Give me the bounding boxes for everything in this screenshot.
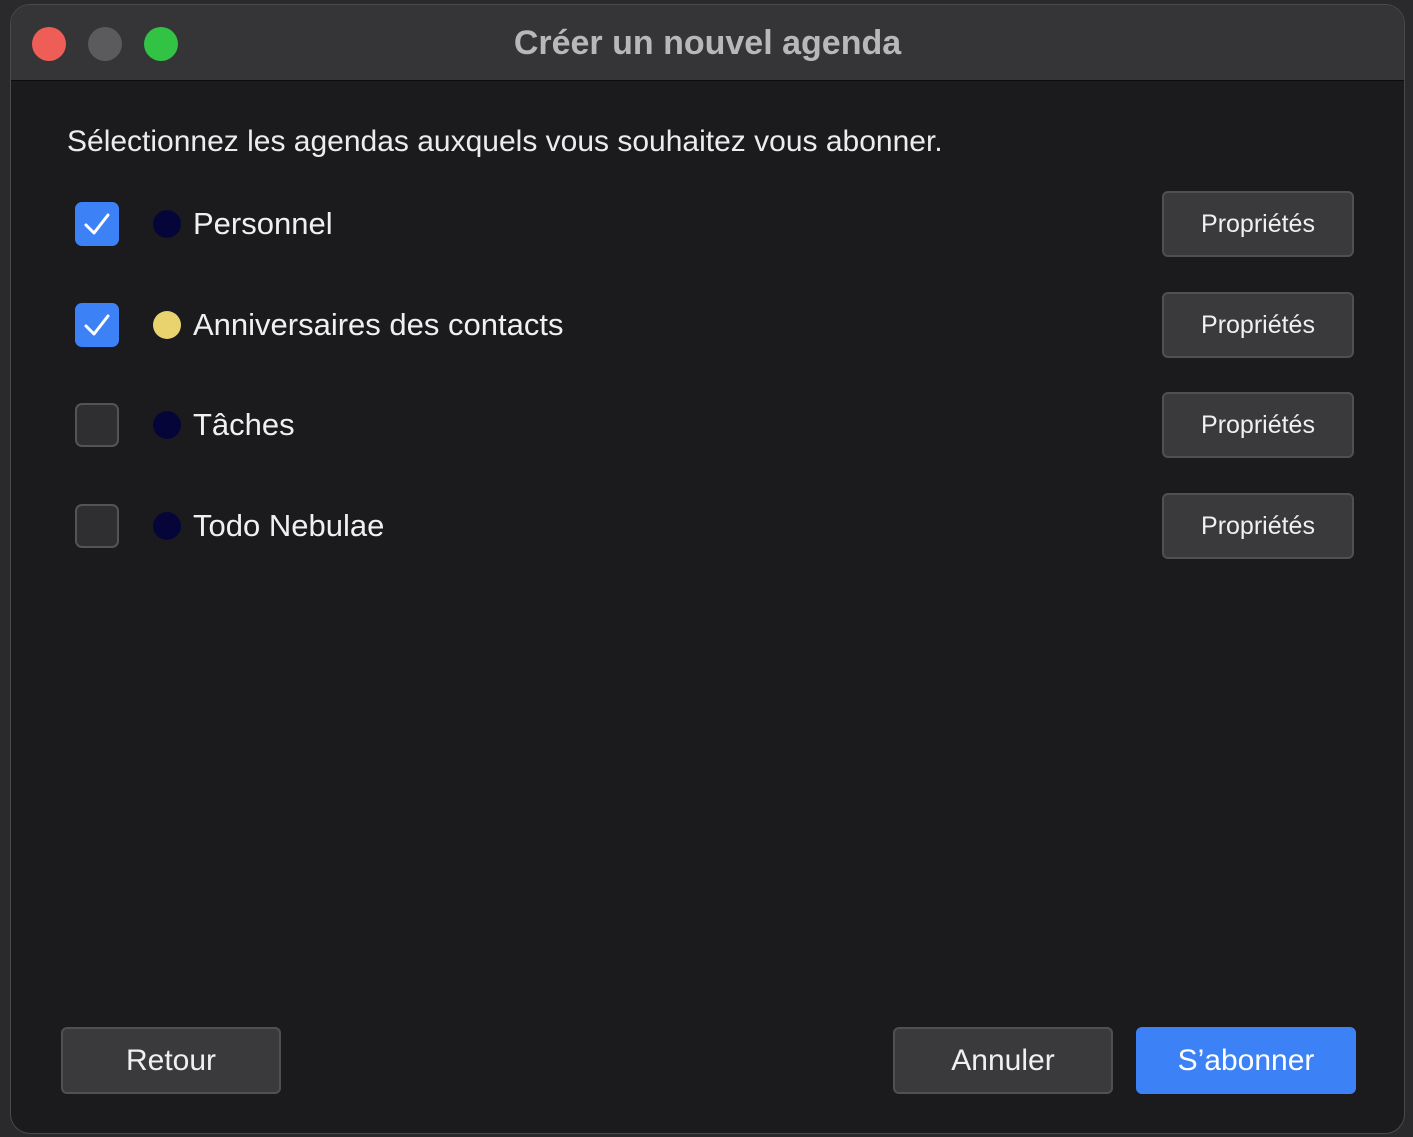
checkmark-icon (84, 314, 110, 336)
cancel-button[interactable]: Annuler (893, 1027, 1113, 1094)
properties-button[interactable]: Propriétés (1162, 191, 1354, 257)
calendar-name: Todo Nebulae (193, 508, 385, 543)
checkmark-icon (84, 213, 110, 235)
calendar-color-dot (153, 311, 181, 339)
calendar-checkbox[interactable] (75, 303, 119, 347)
calendar-name: Anniversaires des contacts (193, 307, 564, 342)
subscribe-button[interactable]: S’abonner (1136, 1027, 1356, 1094)
properties-button[interactable]: Propriétés (1162, 292, 1354, 358)
calendar-row-taches: Tâches Propriétés (11, 392, 1404, 458)
calendar-checkbox[interactable] (75, 202, 119, 246)
calendar-checkbox[interactable] (75, 504, 119, 548)
properties-button[interactable]: Propriétés (1162, 392, 1354, 458)
titlebar: Créer un nouvel agenda (11, 5, 1404, 81)
calendar-row-personnel: Personnel Propriétés (11, 191, 1404, 257)
properties-button[interactable]: Propriétés (1162, 493, 1354, 559)
calendar-row-anniversaires: Anniversaires des contacts Propriétés (11, 292, 1404, 358)
calendar-color-dot (153, 210, 181, 238)
back-button[interactable]: Retour (61, 1027, 281, 1094)
calendar-color-dot (153, 512, 181, 540)
calendar-checkbox[interactable] (75, 403, 119, 447)
calendar-name: Personnel (193, 206, 333, 241)
calendar-row-todo-nebulae: Todo Nebulae Propriétés (11, 493, 1404, 559)
dialog-window: Créer un nouvel agenda Sélectionnez les … (10, 4, 1405, 1134)
calendar-name: Tâches (193, 407, 295, 442)
calendar-color-dot (153, 411, 181, 439)
window-title: Créer un nouvel agenda (513, 24, 902, 62)
instruction-text: Sélectionnez les agendas auxquels vous s… (67, 125, 943, 158)
